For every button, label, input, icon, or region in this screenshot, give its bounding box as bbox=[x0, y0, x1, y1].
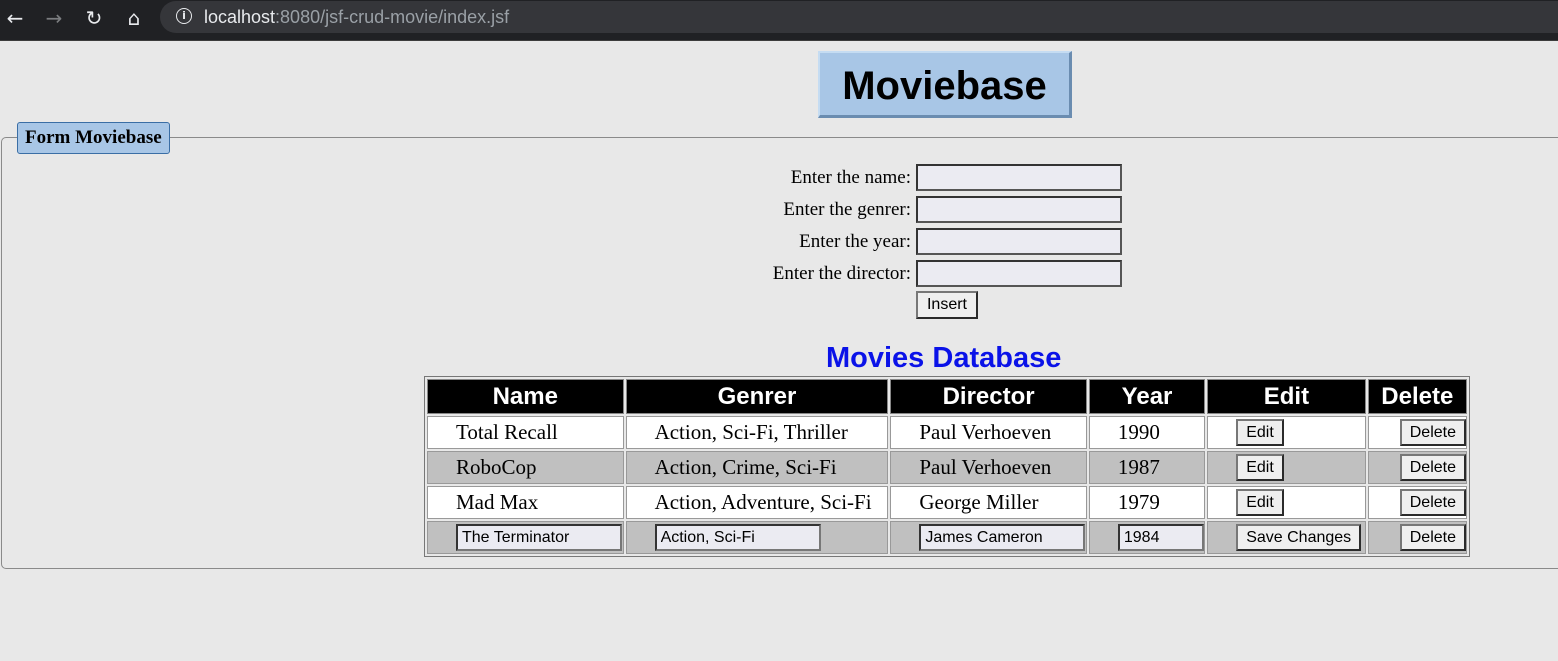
delete-button[interactable]: Delete bbox=[1399, 419, 1466, 447]
edit-year-input[interactable] bbox=[1117, 524, 1204, 552]
cell-name: Mad Max bbox=[427, 486, 624, 519]
browser-toolbar: ← → ↻ ⌂ i localhost:8080/jsf-crud-movie/… bbox=[0, 0, 1558, 41]
cell-delete: Delete bbox=[1367, 451, 1467, 484]
column-header-edit: Edit bbox=[1207, 379, 1366, 414]
genre-input[interactable] bbox=[916, 196, 1122, 223]
edit-director-input[interactable] bbox=[919, 524, 1086, 552]
cell-delete: Delete bbox=[1367, 416, 1467, 449]
director-label: Enter the director: bbox=[772, 263, 911, 284]
fieldset-legend: Form Moviebase bbox=[17, 122, 170, 154]
page-title: Moviebase bbox=[818, 51, 1072, 118]
cell-director: George Miller bbox=[890, 486, 1087, 519]
edit-button[interactable]: Edit bbox=[1236, 454, 1284, 482]
cell-name bbox=[427, 521, 624, 554]
name-input[interactable] bbox=[916, 164, 1122, 191]
back-arrow-icon[interactable]: ← bbox=[3, 6, 27, 30]
save-changes-button[interactable]: Save Changes bbox=[1236, 524, 1362, 552]
edit-name-input[interactable] bbox=[456, 524, 622, 552]
column-header-name: Name bbox=[427, 379, 624, 414]
delete-button[interactable]: Delete bbox=[1399, 489, 1466, 517]
cell-name: RoboCop bbox=[427, 451, 624, 484]
cell-genre: Action, Crime, Sci-Fi bbox=[625, 451, 889, 484]
cell-delete: Delete bbox=[1367, 521, 1467, 554]
cell-genre bbox=[625, 521, 889, 554]
director-input[interactable] bbox=[916, 260, 1122, 287]
cell-edit: Edit bbox=[1207, 486, 1366, 519]
reload-icon[interactable]: ↻ bbox=[82, 6, 106, 30]
column-header-director: Director bbox=[890, 379, 1087, 414]
column-header-year: Year bbox=[1088, 379, 1206, 414]
edit-genre-input[interactable] bbox=[654, 524, 821, 552]
genre-label: Enter the genrer: bbox=[783, 199, 911, 220]
cell-director: Paul Verhoeven bbox=[890, 416, 1087, 449]
year-input[interactable] bbox=[916, 228, 1122, 255]
cell-edit: Edit bbox=[1207, 416, 1366, 449]
home-icon[interactable]: ⌂ bbox=[122, 6, 146, 30]
cell-year bbox=[1088, 521, 1206, 554]
table-title: Movies Database bbox=[826, 342, 1062, 374]
cell-delete: Delete bbox=[1367, 486, 1467, 519]
table-row: Total Recall Action, Sci-Fi, Thriller Pa… bbox=[427, 416, 1467, 449]
url-path: :8080/jsf-crud-movie/index.jsf bbox=[275, 7, 510, 27]
forward-arrow-icon[interactable]: → bbox=[42, 6, 66, 30]
cell-save: Save Changes bbox=[1207, 521, 1366, 554]
url-text[interactable]: localhost:8080/jsf-crud-movie/index.jsf bbox=[204, 6, 509, 28]
cell-name: Total Recall bbox=[427, 416, 624, 449]
delete-button[interactable]: Delete bbox=[1399, 524, 1466, 552]
table-row: Mad Max Action, Adventure, Sci-Fi George… bbox=[427, 486, 1467, 519]
edit-button[interactable]: Edit bbox=[1236, 419, 1284, 447]
cell-year: 1987 bbox=[1088, 451, 1206, 484]
cell-year: 1979 bbox=[1088, 486, 1206, 519]
insert-button[interactable]: Insert bbox=[916, 291, 978, 319]
table-row: RoboCop Action, Crime, Sci-Fi Paul Verho… bbox=[427, 451, 1467, 484]
cell-genre: Action, Sci-Fi, Thriller bbox=[625, 416, 889, 449]
name-label: Enter the name: bbox=[790, 167, 911, 188]
column-header-delete: Delete bbox=[1367, 379, 1467, 414]
year-label: Enter the year: bbox=[799, 231, 911, 252]
movies-table: Name Genrer Director Year Edit Delete To… bbox=[424, 376, 1470, 557]
column-header-genre: Genrer bbox=[625, 379, 889, 414]
cell-director: Paul Verhoeven bbox=[890, 451, 1087, 484]
cell-director bbox=[890, 521, 1087, 554]
cell-year: 1990 bbox=[1088, 416, 1206, 449]
cell-edit: Edit bbox=[1207, 451, 1366, 484]
url-host: localhost bbox=[204, 7, 276, 27]
delete-button[interactable]: Delete bbox=[1399, 454, 1466, 482]
table-header-row: Name Genrer Director Year Edit Delete bbox=[427, 379, 1467, 414]
site-info-icon[interactable]: i bbox=[176, 8, 192, 24]
cell-genre: Action, Adventure, Sci-Fi bbox=[625, 486, 889, 519]
edit-button[interactable]: Edit bbox=[1236, 489, 1284, 517]
table-row-editing: Save Changes Delete bbox=[427, 521, 1467, 554]
